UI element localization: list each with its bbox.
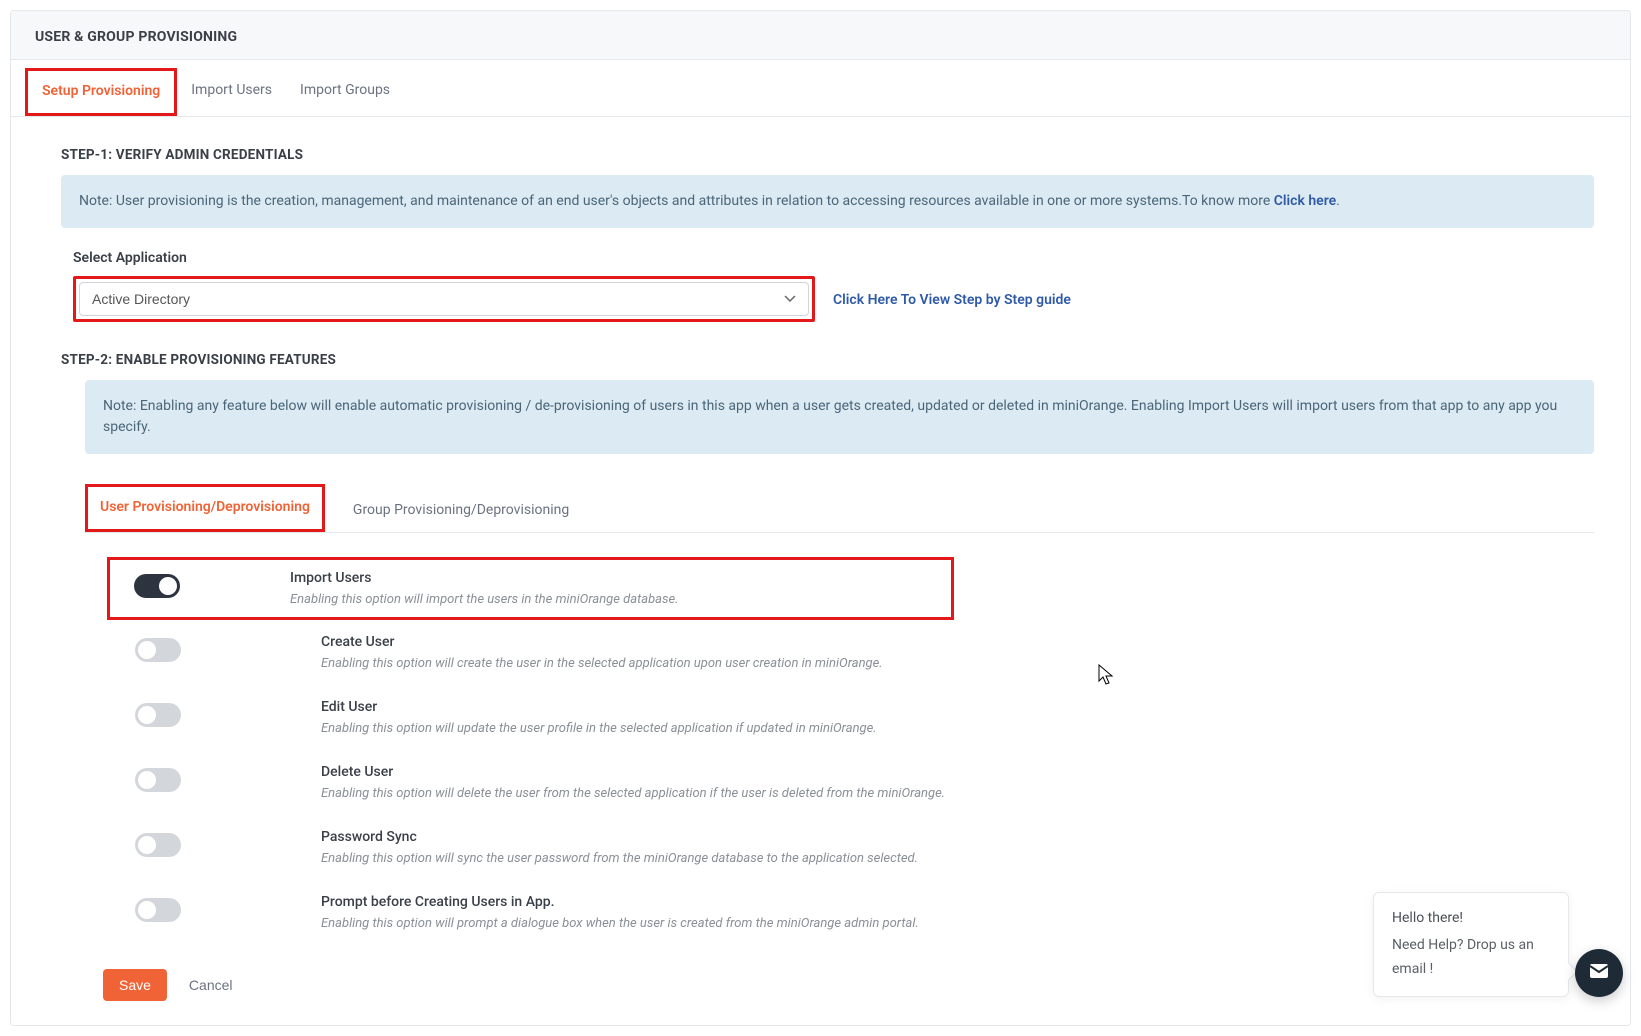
toggle-create-user[interactable] — [135, 638, 181, 662]
step1-note-link[interactable]: Click here — [1274, 193, 1336, 209]
feature-row-import-users: Import Users Enabling this option will i… — [107, 557, 954, 620]
feature-text: Import Users Enabling this option will i… — [290, 570, 679, 607]
mail-icon — [1587, 959, 1611, 987]
highlight-box: Active Directory — [73, 276, 815, 322]
step1-note: Note: User provisioning is the creation,… — [61, 175, 1594, 228]
feature-desc: Enabling this option will update the use… — [321, 721, 877, 736]
feature-desc: Enabling this option will sync the user … — [321, 851, 918, 866]
feature-desc: Enabling this option will delete the use… — [321, 786, 945, 801]
feature-title: Prompt before Creating Users in App. — [321, 894, 919, 910]
toggle-knob — [138, 836, 156, 854]
toggle-prompt-create[interactable] — [135, 898, 181, 922]
toggle-knob — [138, 901, 156, 919]
feature-desc: Enabling this option will create the use… — [321, 656, 883, 671]
panel-header: USER & GROUP PROVISIONING — [11, 11, 1630, 60]
cancel-button[interactable]: Cancel — [189, 977, 233, 993]
step-guide-link[interactable]: Click Here To View Step by Step guide — [833, 292, 1071, 308]
panel: USER & GROUP PROVISIONING Setup Provisio… — [10, 10, 1631, 1026]
toggle-delete-user[interactable] — [135, 768, 181, 792]
toggle-import-users[interactable] — [134, 574, 180, 598]
step2-note: Note: Enabling any feature below will en… — [85, 380, 1594, 454]
feature-title: Edit User — [321, 699, 877, 715]
feature-text: Create User Enabling this option will cr… — [321, 634, 883, 671]
toggle-knob — [138, 641, 156, 659]
step1-title: STEP-1: VERIFY ADMIN CREDENTIALS — [61, 147, 1594, 163]
features-list: Import Users Enabling this option will i… — [101, 557, 1594, 945]
help-fab-button[interactable] — [1575, 949, 1623, 997]
tab-import-groups[interactable]: Import Groups — [286, 60, 404, 116]
feature-desc: Enabling this option will prompt a dialo… — [321, 916, 919, 931]
tab-setup-provisioning[interactable]: Setup Provisioning — [28, 71, 174, 111]
help-greeting: Hello there! — [1392, 907, 1550, 931]
feature-row-create-user: Create User Enabling this option will cr… — [101, 620, 1594, 685]
tab-group-provisioning[interactable]: Group Provisioning/Deprovisioning — [339, 484, 583, 532]
feature-title: Delete User — [321, 764, 945, 780]
feature-text: Password Sync Enabling this option will … — [321, 829, 918, 866]
tab-import-users[interactable]: Import Users — [177, 60, 286, 116]
page-title: USER & GROUP PROVISIONING — [35, 29, 1606, 45]
feature-title: Password Sync — [321, 829, 918, 845]
highlight-box: User Provisioning/Deprovisioning — [85, 484, 325, 532]
save-button[interactable]: Save — [103, 969, 167, 1001]
select-application-label: Select Application — [73, 250, 1594, 266]
actions: Save Cancel — [103, 969, 1594, 1001]
inner-tabs: User Provisioning/Deprovisioning Group P… — [85, 484, 1594, 533]
feature-row-delete-user: Delete User Enabling this option will de… — [101, 750, 1594, 815]
feature-row-prompt-create: Prompt before Creating Users in App. Ena… — [101, 880, 1594, 945]
toggle-knob — [159, 577, 177, 595]
feature-row-password-sync: Password Sync Enabling this option will … — [101, 815, 1594, 880]
help-text: Need Help? Drop us an email ! — [1392, 934, 1550, 982]
step1-note-suffix: . — [1336, 193, 1340, 209]
feature-text: Edit User Enabling this option will upda… — [321, 699, 877, 736]
feature-text: Prompt before Creating Users in App. Ena… — [321, 894, 919, 931]
toggle-knob — [138, 771, 156, 789]
toggle-knob — [138, 706, 156, 724]
tabs: Setup Provisioning Import Users Import G… — [11, 60, 1630, 117]
highlight-box: Setup Provisioning — [25, 68, 177, 116]
feature-title: Create User — [321, 634, 883, 650]
feature-title: Import Users — [290, 570, 679, 586]
feature-desc: Enabling this option will import the use… — [290, 592, 679, 607]
step2-title: STEP-2: ENABLE PROVISIONING FEATURES — [61, 352, 1594, 368]
select-application-dropdown[interactable]: Active Directory — [79, 282, 809, 316]
feature-text: Delete User Enabling this option will de… — [321, 764, 945, 801]
help-popover: Hello there! Need Help? Drop us an email… — [1373, 892, 1569, 997]
select-application-row: Select Application Active Directory Clic… — [73, 250, 1594, 322]
step1-note-text: Note: User provisioning is the creation,… — [79, 193, 1274, 209]
toggle-password-sync[interactable] — [135, 833, 181, 857]
feature-row-edit-user: Edit User Enabling this option will upda… — [101, 685, 1594, 750]
tab-user-provisioning[interactable]: User Provisioning/Deprovisioning — [88, 487, 322, 527]
toggle-edit-user[interactable] — [135, 703, 181, 727]
